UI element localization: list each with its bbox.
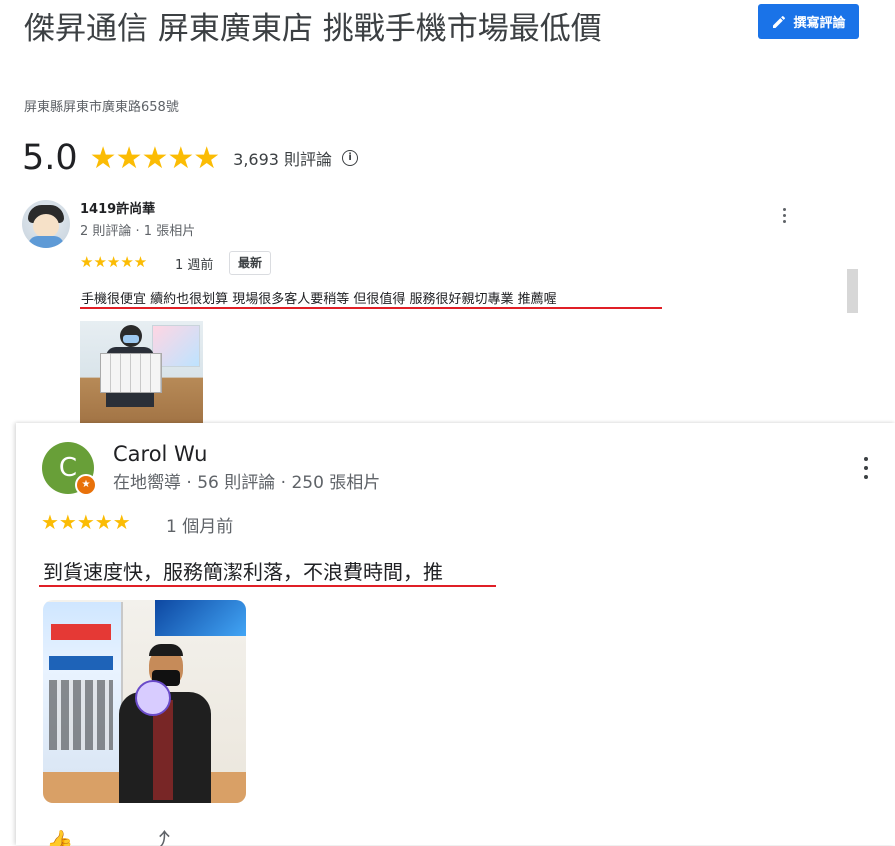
review-count[interactable]: 3,693 則評論 (233, 146, 332, 170)
reviewer-name[interactable]: 1419許尚華 (80, 198, 155, 217)
reviewer-name[interactable]: Carol Wu (113, 442, 207, 466)
more-vert-icon[interactable] (857, 452, 875, 484)
review-stars: ★★★★★ (41, 510, 131, 534)
new-badge: 最新 (229, 251, 272, 275)
share-icon[interactable]: ⤴ (148, 830, 174, 846)
review-actions: 👍 ⤴ (46, 830, 174, 846)
scrollbar-thumb[interactable] (847, 269, 858, 313)
review-photo[interactable] (80, 321, 203, 423)
review-photo[interactable] (43, 600, 246, 803)
info-icon[interactable]: i (342, 150, 359, 166)
write-review-button[interactable]: 撰寫評論 (758, 4, 859, 39)
place-title: 傑昇通信 屏東廣東店 挑戰手機市場最低價 (24, 11, 602, 47)
reviewer-meta: 2 則評論 · 1 張相片 (80, 224, 196, 239)
review-text: 手機很便宜 續約也很划算 現場很多客人要稍等 但很值得 服務很好親切專業 推薦喔 (81, 292, 557, 307)
reviewer-meta: 在地嚮導 · 56 則評論 · 250 張相片 (113, 473, 381, 493)
local-guide-badge-icon: ★ (75, 474, 97, 496)
highlight-underline (80, 307, 662, 309)
edit-icon (773, 15, 786, 28)
avatar[interactable] (22, 200, 70, 248)
review-time: 1 個月前 (166, 517, 234, 537)
rating-value: 5.0 (22, 138, 78, 178)
more-vert-icon[interactable] (775, 204, 793, 226)
rating-summary: 5.0 ★★★★★ 3,693 則評論 i (22, 136, 359, 180)
place-address: 屏東縣屏東市廣東路658號 (24, 100, 179, 115)
write-review-label: 撰寫評論 (793, 16, 846, 31)
review-time: 1 週前 (175, 258, 214, 273)
like-icon[interactable]: 👍 (46, 830, 72, 846)
highlight-underline (39, 585, 496, 587)
review-stars: ★★★★★ (80, 253, 148, 271)
review-text: 到貨速度快，服務簡潔利落，不浪費時間，推 (43, 560, 443, 584)
rating-stars: ★★★★★ (89, 140, 220, 176)
